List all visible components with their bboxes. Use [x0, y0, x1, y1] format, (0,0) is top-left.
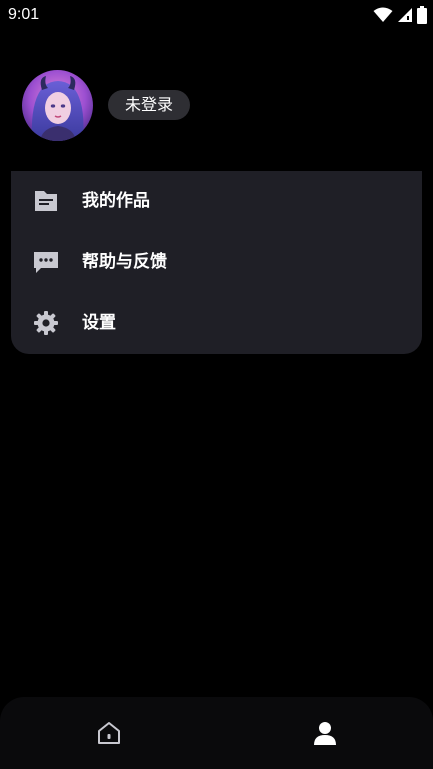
nav-home[interactable] [95, 719, 123, 747]
folder-doc-icon [33, 188, 59, 214]
nav-profile[interactable] [311, 719, 339, 747]
menu-item-my-works[interactable]: 我的作品 [11, 171, 422, 232]
chat-bubble-icon [33, 249, 59, 275]
menu-item-label: 我的作品 [82, 191, 150, 211]
menu-item-help-feedback[interactable]: 帮助与反馈 [11, 232, 422, 293]
menu-item-label: 帮助与反馈 [82, 252, 167, 272]
wifi-icon [373, 7, 393, 23]
menu-card: 我的作品 帮助与反馈 设置 [11, 171, 422, 354]
bottom-nav [0, 697, 433, 769]
person-icon [311, 719, 339, 747]
status-bar: 9:01 [0, 0, 433, 30]
avatar[interactable] [22, 70, 93, 141]
menu-item-label: 设置 [82, 313, 116, 333]
menu-item-settings[interactable]: 设置 [11, 293, 422, 354]
gear-icon [33, 310, 59, 336]
home-icon [95, 719, 123, 747]
status-time: 9:01 [8, 6, 40, 23]
login-button[interactable]: 未登录 [108, 90, 190, 120]
status-icons [373, 6, 427, 24]
signal-icon [397, 7, 413, 23]
battery-icon [417, 6, 427, 24]
